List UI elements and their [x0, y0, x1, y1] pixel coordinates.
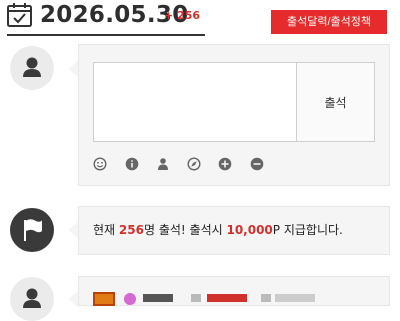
reward-points: 10,000 [226, 223, 273, 237]
clock-icon [261, 294, 271, 302]
rank-orb-icon [124, 293, 136, 305]
attend-submit-button[interactable]: 출석 [296, 62, 375, 142]
header-underline [7, 34, 205, 36]
attendance-increment: + 256 [164, 9, 201, 22]
notice-avatar [10, 208, 54, 252]
memo-textarea[interactable] [93, 62, 297, 142]
person-icon[interactable] [156, 157, 170, 171]
attendance-notice: 현재 256명 출석! 출석시 10,000P 지급합니다. [93, 222, 343, 238]
user-avatar [10, 46, 54, 90]
flag-icon [24, 219, 42, 241]
entry-points-cutoff [207, 294, 247, 302]
notice-prefix: 현재 [93, 223, 119, 237]
user-icon [23, 288, 41, 308]
attendee-count: 256 [118, 223, 144, 237]
attendance-calendar-button[interactable]: 출석달력/출석정책 [271, 10, 387, 34]
user-icon [23, 57, 41, 77]
attendance-header: 2026.05.30 + 256 출석달력/출석정책 [0, 0, 400, 38]
entry-avatar [10, 277, 54, 321]
smiley-icon[interactable] [93, 157, 107, 171]
notice-middle: 명 출석! 출석시 [143, 223, 227, 237]
heart-icon [191, 294, 201, 302]
minus-circle-icon[interactable] [250, 157, 264, 171]
entry-nickname-cutoff [143, 294, 173, 302]
level-badge-icon [93, 292, 115, 306]
notice-suffix: P 지급합니다. [272, 223, 343, 237]
entry-time-cutoff [275, 294, 315, 302]
info-icon[interactable] [125, 157, 139, 171]
compass-icon[interactable] [187, 157, 201, 171]
plus-circle-icon[interactable] [218, 157, 232, 171]
calendar-check-icon [7, 3, 32, 27]
